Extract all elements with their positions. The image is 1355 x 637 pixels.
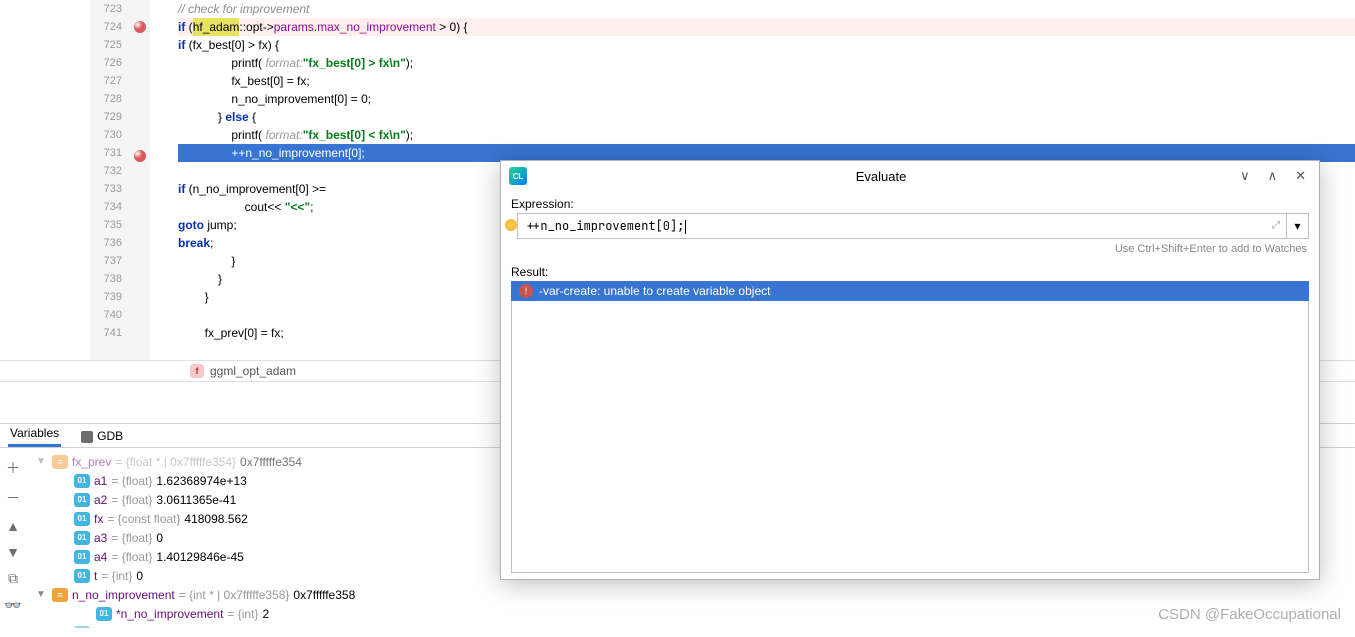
type-badge-icon: 01 — [74, 550, 90, 564]
add-watch-icon[interactable]: ＋ — [6, 458, 20, 478]
result-row[interactable]: ! -var-create: unable to create variable… — [511, 281, 1309, 301]
error-icon: ! — [519, 284, 533, 298]
watches-hint: Use Ctrl+Shift+Enter to add to Watches — [513, 243, 1307, 255]
type-badge-icon: 01 — [74, 569, 90, 583]
breakpoint-icon[interactable] — [134, 21, 146, 33]
remove-watch-icon[interactable]: － — [6, 488, 20, 508]
evaluate-dialog: CL Evaluate ∨ ∧ ✕ Expression: ++n_no_imp… — [500, 160, 1320, 580]
close-icon[interactable]: ✕ — [1290, 166, 1311, 186]
result-message: -var-create: unable to create variable o… — [539, 284, 770, 298]
code-line[interactable]: fx_best[0] = fx; — [178, 72, 1355, 90]
expression-label: Expression: — [511, 197, 1309, 211]
code-line[interactable]: printf( format: "fx_best[0] < fx\n"); — [178, 126, 1355, 144]
highlight-gutter — [0, 0, 90, 360]
variable-row[interactable]: 01 *n_no_improvement = {int} 2 — [26, 604, 1355, 623]
tab-gdb[interactable]: GDB — [79, 425, 125, 447]
expand-editor-icon[interactable]: ⤢ — [1272, 220, 1280, 231]
evaluate-title: Evaluate — [535, 169, 1227, 184]
line-number-gutter: 7237247257267277287297307317327337347357… — [90, 0, 130, 360]
evaluate-titlebar[interactable]: CL Evaluate ∨ ∧ ✕ — [501, 161, 1319, 191]
type-badge-icon: 01 — [74, 474, 90, 488]
variable-row[interactable]: ▼= n_no_improvement = {int * | 0x7fffffe… — [26, 585, 1355, 604]
minimize-icon[interactable]: ∨ — [1235, 166, 1255, 186]
type-badge-icon: 01 — [74, 512, 90, 526]
type-badge-icon: 01 — [74, 493, 90, 507]
result-area — [511, 301, 1309, 573]
maximize-icon[interactable]: ∧ — [1263, 166, 1283, 186]
type-badge-icon: 01 — [74, 626, 90, 629]
debug-toolbar: ＋ － ▲ ▼ ⧉ 👓 — [0, 448, 26, 628]
down-icon[interactable]: ▼ — [6, 544, 20, 560]
breakpoint-icon[interactable] — [134, 150, 146, 162]
expand-toggle[interactable]: ▼ — [34, 456, 48, 467]
gdb-icon — [81, 431, 93, 443]
type-badge-icon: 01 — [74, 531, 90, 545]
type-badge-icon: 01 — [96, 607, 112, 621]
copy-icon[interactable]: ⧉ — [8, 570, 18, 587]
breakpoint-gutter[interactable] — [130, 0, 150, 360]
intention-bulb-icon[interactable] — [505, 219, 517, 231]
tab-variables[interactable]: Variables — [8, 422, 61, 447]
expression-input[interactable]: ++n_no_improvement[0]; ⤢ — [517, 213, 1287, 239]
glasses-icon[interactable]: 👓 — [4, 597, 21, 614]
app-logo-icon: CL — [509, 167, 527, 185]
variable-row[interactable]: 01 a5 = {float} 0 — [26, 623, 1355, 628]
code-line[interactable]: // check for improvement — [178, 0, 1355, 18]
history-dropdown[interactable]: ▾ — [1287, 213, 1309, 239]
code-line[interactable]: printf( format: "fx_best[0] > fx\n"); — [178, 54, 1355, 72]
up-icon[interactable]: ▲ — [6, 518, 20, 534]
expand-toggle[interactable]: ▼ — [34, 589, 48, 600]
function-icon: f — [190, 364, 204, 378]
fold-gutter — [150, 0, 170, 360]
result-label: Result: — [511, 265, 1309, 279]
watermark: CSDN @FakeOccupational — [1158, 606, 1341, 623]
breadcrumb-function[interactable]: ggml_opt_adam — [210, 364, 296, 378]
code-line[interactable]: n_no_improvement[0] = 0; — [178, 90, 1355, 108]
type-badge-icon: = — [52, 455, 68, 469]
code-line[interactable]: if (hf_adam::opt->params.max_no_improvem… — [178, 18, 1355, 36]
code-line[interactable]: } else { — [178, 108, 1355, 126]
type-badge-icon: = — [52, 588, 68, 602]
code-line[interactable]: if (fx_best[0] > fx) { — [178, 36, 1355, 54]
